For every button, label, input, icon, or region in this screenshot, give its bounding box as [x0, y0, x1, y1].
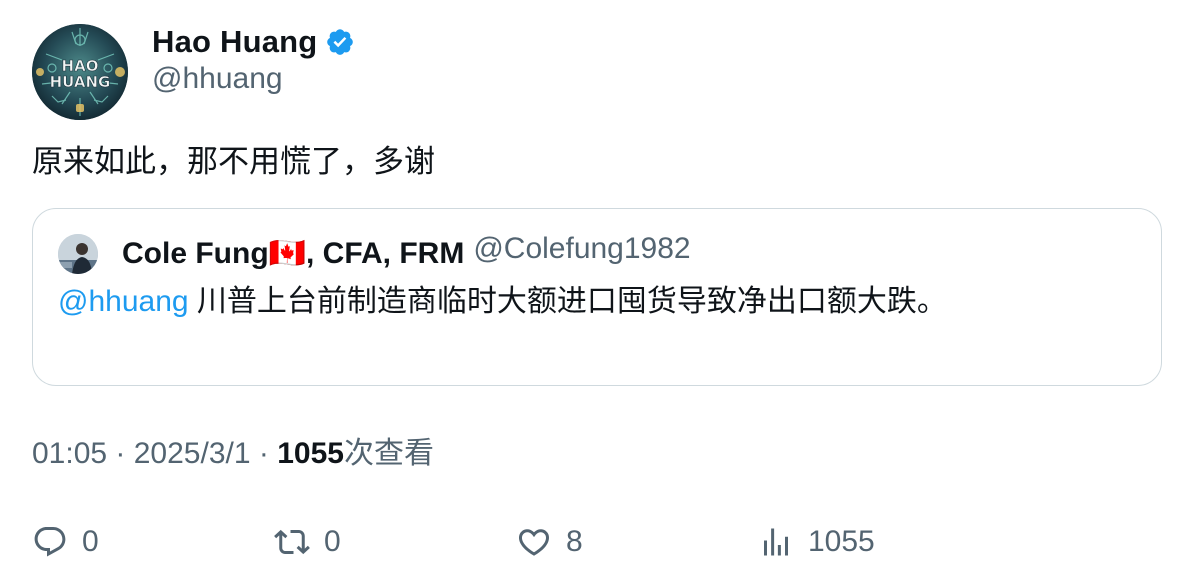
mention-link[interactable]: @hhuang: [58, 285, 189, 318]
quoted-author-avatar[interactable]: [58, 234, 98, 274]
tweet-text: 原来如此，那不用慌了，多谢: [32, 144, 435, 179]
author-name-row: Hao Huang: [152, 22, 355, 62]
retweet-count: 0: [324, 525, 341, 558]
like-button[interactable]: 8: [516, 520, 583, 564]
reply-count: 0: [82, 525, 99, 558]
quoted-avatar-photo: [58, 234, 98, 274]
meta-separator: ·: [250, 437, 278, 470]
retweet-icon: [274, 529, 310, 555]
reply-icon: [34, 527, 66, 557]
quoted-author-name[interactable]: Cole Fung🇨🇦, CFA, FRM: [122, 236, 464, 271]
avatar-text-line2: HUANG: [50, 73, 111, 91]
author-name[interactable]: Hao Huang: [152, 24, 317, 60]
quoted-tweet-body: 川普上台前制造商临时大额进口囤货导致净出口额大跌。: [188, 285, 947, 318]
heart-icon: [518, 529, 550, 556]
quoted-author-handle[interactable]: @Colefung1982: [473, 232, 690, 266]
quoted-tweet-text: @hhuang 川普上台前制造商临时大额进口囤货导致净出口额大跌。: [58, 281, 947, 323]
tweet-time[interactable]: 01:05: [32, 437, 107, 470]
views-count: 1055: [277, 437, 344, 470]
analytics-icon: [764, 528, 788, 556]
views-action-count: 1055: [808, 525, 875, 558]
tweet-meta: 01:05 · 2025/3/1 · 1055次查看: [32, 432, 434, 476]
avatar-artwork: HAO HUANG: [32, 24, 128, 120]
meta-separator: ·: [107, 437, 134, 470]
retweet-button[interactable]: 0: [274, 520, 341, 564]
author-handle[interactable]: @hhuang: [152, 62, 283, 96]
reply-button[interactable]: 0: [32, 520, 99, 564]
action-bar: 0 0 8 1055: [32, 520, 1162, 564]
like-count: 8: [566, 525, 583, 558]
verified-badge-icon: [325, 27, 355, 57]
author-avatar[interactable]: HAO HUANG: [32, 24, 128, 120]
views-label: 次查看: [343, 437, 434, 470]
views-button[interactable]: 1055: [758, 520, 875, 564]
quoted-tweet-header: Cole Fung🇨🇦, CFA, FRM @Colefung1982: [122, 231, 691, 275]
tweet-date[interactable]: 2025/3/1: [134, 437, 251, 470]
quoted-tweet-card[interactable]: Cole Fung🇨🇦, CFA, FRM @Colefung1982 @hhu…: [32, 208, 1162, 386]
